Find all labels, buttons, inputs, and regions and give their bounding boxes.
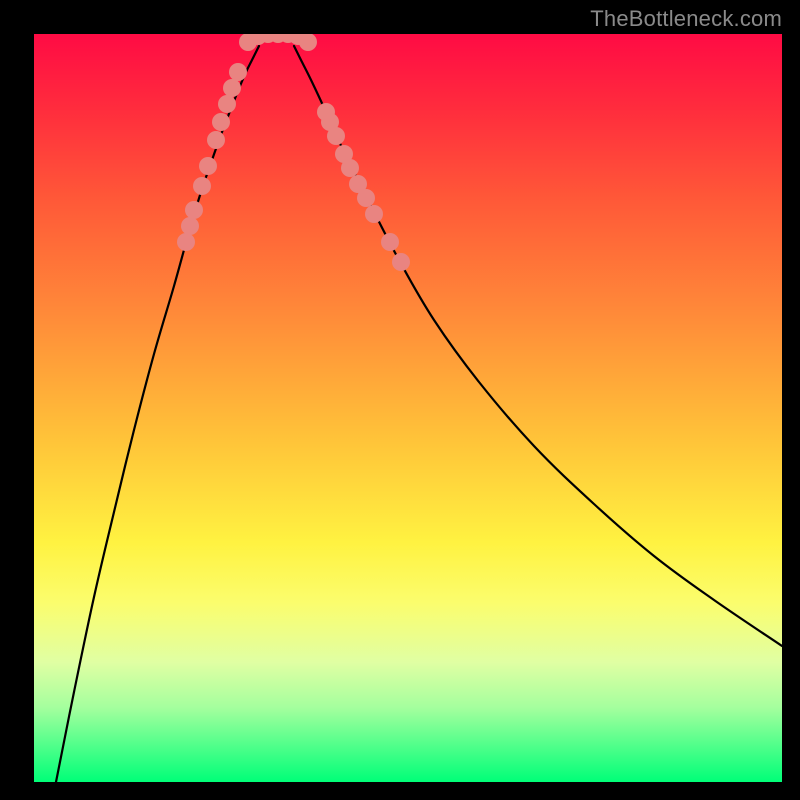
data-dot <box>193 177 211 195</box>
data-dot <box>357 189 375 207</box>
data-dot <box>177 233 195 251</box>
data-dot <box>181 217 199 235</box>
chart-plot-area <box>34 34 782 782</box>
data-dot <box>218 95 236 113</box>
data-dot <box>327 127 345 145</box>
data-dot <box>223 79 241 97</box>
watermark-text: TheBottleneck.com <box>590 6 782 32</box>
data-dot <box>199 157 217 175</box>
data-dot <box>299 34 317 51</box>
data-dot <box>381 233 399 251</box>
data-dot <box>185 201 203 219</box>
data-dot <box>212 113 230 131</box>
curve-left-curve <box>56 46 259 782</box>
data-dot <box>365 205 383 223</box>
curve-right-curve <box>294 46 782 646</box>
data-dot <box>392 253 410 271</box>
curve-group <box>56 34 782 782</box>
data-dot <box>207 131 225 149</box>
data-dot <box>341 159 359 177</box>
data-dot <box>229 63 247 81</box>
dots-group <box>177 34 410 271</box>
chart-svg <box>34 34 782 782</box>
